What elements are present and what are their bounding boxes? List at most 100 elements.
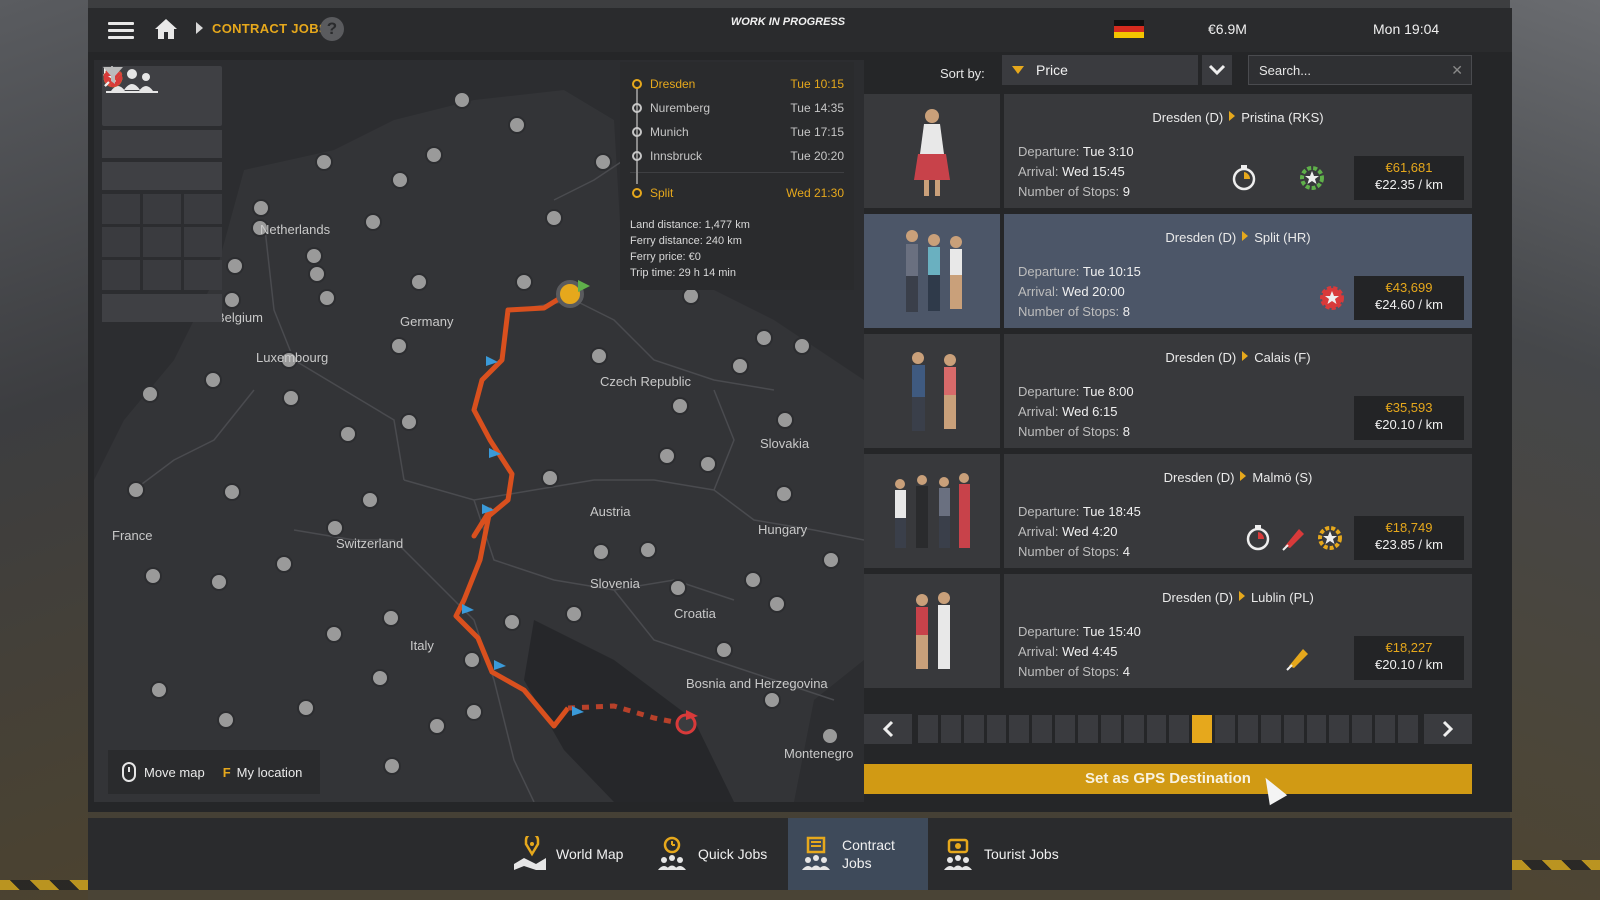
job-price: €43,699 €24.60 / km <box>1354 276 1464 320</box>
driver-avatar <box>864 454 1000 568</box>
page-segment[interactable] <box>918 715 938 743</box>
route-map[interactable]: Netherlands Belgium Luxembourg Germany C… <box>94 60 864 802</box>
page-segment[interactable] <box>1352 715 1373 743</box>
clear-filter-button[interactable] <box>102 67 222 322</box>
page-segment[interactable] <box>1100 715 1121 743</box>
driver-avatar <box>864 334 1000 448</box>
page-segment[interactable] <box>1169 715 1190 743</box>
top-bar: CONTRACT JOBS ? WORK IN PROGRESS €6.9M M… <box>88 8 1512 52</box>
value-green-filter[interactable] <box>102 67 140 257</box>
timer-icon <box>1246 525 1270 551</box>
map-label-bosnia: Bosnia and Herzegovina <box>686 676 828 691</box>
page-segment[interactable] <box>1078 715 1098 743</box>
page-segment[interactable] <box>1055 715 1076 743</box>
search-input[interactable]: Search... ✕ <box>1248 55 1472 85</box>
job-price: €35,593 €20.10 / km <box>1354 396 1464 440</box>
timer-red-filter[interactable] <box>103 67 222 224</box>
page-segment[interactable] <box>940 715 961 743</box>
bottom-navigation: World Map Quick Jobs Contract Jobs Touris… <box>88 818 1512 890</box>
clear-search-icon[interactable]: ✕ <box>1451 62 1463 79</box>
map-label-luxembourg: Luxembourg <box>256 350 329 365</box>
sort-dropdown-toggle[interactable] <box>1202 55 1232 85</box>
page-segment[interactable] <box>1306 715 1327 743</box>
route-stop: Nuremberg Tue 14:35 <box>630 96 844 120</box>
next-page-button[interactable] <box>1424 714 1472 744</box>
my-location-hint[interactable]: My location <box>237 765 303 780</box>
timer-green-filter[interactable] <box>102 67 140 224</box>
page-segment[interactable] <box>1329 715 1350 743</box>
job-details: Departure: Tue 3:10 Arrival: Wed 15:45 N… <box>1018 144 1134 199</box>
land-distance: Land distance: 1,477 km <box>630 219 750 231</box>
job-route: Dresden (D) Split (HR) <box>1165 230 1311 245</box>
job-badges <box>1230 164 1326 192</box>
move-map-hint[interactable]: Move map <box>144 765 205 780</box>
page-segment[interactable] <box>1009 715 1030 743</box>
fragile-green-filter[interactable] <box>102 70 140 290</box>
sort-dropdown[interactable]: Price <box>1002 55 1198 85</box>
garage-background-left <box>0 0 88 900</box>
timer-yellow-filter[interactable] <box>103 67 181 224</box>
tab-world-map[interactable]: World Map <box>506 818 642 890</box>
key-f-icon: F <box>222 764 231 780</box>
hamburger-menu-icon[interactable] <box>108 18 134 40</box>
page-segment[interactable] <box>1123 715 1144 743</box>
game-clock: Mon 19:04 <box>1373 21 1440 37</box>
chevron-down-icon <box>1208 64 1226 76</box>
tab-contract-jobs[interactable]: Contract Jobs <box>788 818 928 890</box>
page-segment[interactable] <box>1283 715 1304 743</box>
page-indicator <box>912 714 1424 744</box>
job-row[interactable]: Dresden (D) Pristina (RKS) Departure: Tue… <box>864 94 1472 208</box>
map-label-croatia: Croatia <box>674 606 716 621</box>
main-panel: Netherlands Belgium Luxembourg Germany C… <box>88 52 1512 812</box>
timer-icon <box>1232 165 1256 191</box>
page-segment[interactable] <box>1215 715 1236 743</box>
page-segment[interactable] <box>1398 715 1418 743</box>
job-info: Dresden (D) Lublin (PL) Departure: Tue 15… <box>1004 574 1472 688</box>
page-segment[interactable] <box>1032 715 1053 743</box>
job-row[interactable]: Dresden (D) Malmö (S) Departure: Tue 18:4… <box>864 454 1472 568</box>
page-segment-current[interactable] <box>1192 715 1213 743</box>
quick-jobs-icon <box>658 836 686 870</box>
job-route: Dresden (D) Lublin (PL) <box>1162 590 1314 605</box>
job-details: Departure: Tue 18:45 Arrival: Wed 4:20 N… <box>1018 504 1141 559</box>
play-route-button[interactable] <box>102 67 222 190</box>
page-segment[interactable] <box>1146 715 1167 743</box>
collapse-button[interactable] <box>102 66 222 158</box>
job-row-selected[interactable]: Dresden (D) Split (HR) Departure: Tue 10:… <box>864 214 1472 328</box>
mouse-icon <box>122 762 136 782</box>
page-segment[interactable] <box>986 715 1007 743</box>
driver-avatar <box>864 214 1000 328</box>
map-controls-hint: Move map F My location <box>108 750 320 794</box>
contract-jobs-icon <box>802 836 830 870</box>
job-price: €61,681 €22.35 / km <box>1354 156 1464 200</box>
fragile-yellow-filter[interactable] <box>104 70 181 290</box>
divider <box>630 172 844 173</box>
job-route: Dresden (D) Malmö (S) <box>1163 470 1313 485</box>
job-row[interactable]: Dresden (D) Calais (F) Departure: Tue 8:0… <box>864 334 1472 448</box>
previous-page-button[interactable] <box>864 714 912 744</box>
job-route: Dresden (D) Pristina (RKS) <box>1152 110 1324 125</box>
job-price: €18,227 €20.10 / km <box>1354 636 1464 680</box>
tab-quick-jobs[interactable]: Quick Jobs <box>648 818 784 890</box>
job-badges <box>1244 524 1344 552</box>
page-segment[interactable] <box>1375 715 1396 743</box>
breadcrumb-current[interactable]: CONTRACT JOBS <box>212 21 328 36</box>
value-red-filter[interactable] <box>103 67 222 257</box>
tab-tourist-jobs[interactable]: Tourist Jobs <box>934 818 1084 890</box>
star-gear-icon <box>1320 286 1344 310</box>
map-label-czech-republic: Czech Republic <box>600 374 692 389</box>
page-segment[interactable] <box>963 715 984 743</box>
map-filter-toolbar <box>102 66 226 322</box>
page-segment[interactable] <box>1260 715 1281 743</box>
people-figures-icon <box>912 352 956 431</box>
help-icon[interactable]: ? <box>320 17 344 41</box>
value-yellow-filter[interactable] <box>103 67 181 257</box>
job-row[interactable]: Dresden (D) Lublin (PL) Departure: Tue 15… <box>864 574 1472 688</box>
ferry-price: Ferry price: €0 <box>630 251 701 263</box>
search-placeholder: Search... <box>1259 62 1312 78</box>
home-icon[interactable] <box>154 18 178 40</box>
page-segment[interactable] <box>1238 715 1258 743</box>
set-gps-destination-button[interactable]: Set as GPS Destination <box>864 764 1472 794</box>
fragile-red-filter[interactable] <box>104 70 222 290</box>
chevron-left-icon <box>882 720 894 738</box>
